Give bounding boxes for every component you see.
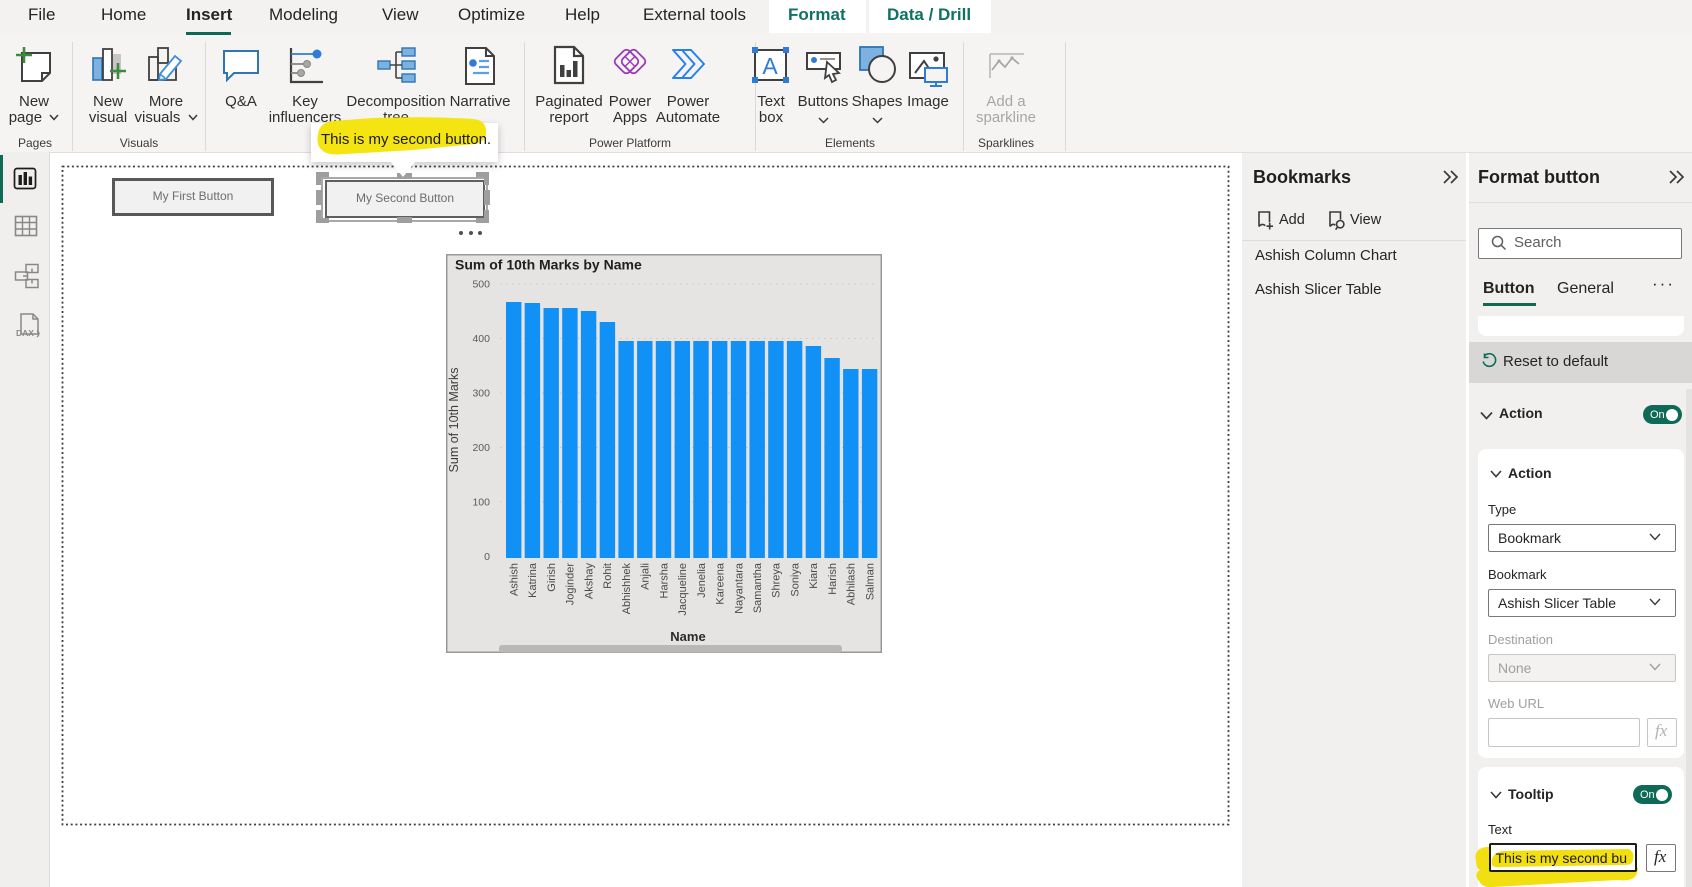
svg-text:Akshay: Akshay bbox=[583, 563, 595, 600]
svg-text:Soniya: Soniya bbox=[789, 562, 801, 597]
svg-text:300: 300 bbox=[472, 388, 490, 400]
svg-text:200: 200 bbox=[472, 442, 490, 454]
svg-text:Kareena: Kareena bbox=[715, 562, 727, 604]
svg-text:0: 0 bbox=[484, 551, 490, 563]
svg-text:100: 100 bbox=[472, 497, 490, 509]
svg-text:Jacqueline: Jacqueline bbox=[677, 563, 689, 616]
svg-text:Samantha: Samantha bbox=[752, 562, 764, 613]
svg-text:Harish: Harish bbox=[827, 563, 839, 595]
svg-text:Rohit: Rohit bbox=[602, 563, 614, 589]
svg-text:Abhishhek: Abhishhek bbox=[621, 563, 633, 615]
svg-text:Anjali: Anjali bbox=[640, 563, 652, 590]
svg-text:Sum of 10th Marks: Sum of 10th Marks bbox=[447, 368, 461, 473]
svg-text:Kiara: Kiara bbox=[808, 562, 820, 589]
svg-text:Salman: Salman bbox=[864, 563, 876, 600]
svg-text:Name: Name bbox=[670, 629, 705, 644]
svg-text:Ashish: Ashish bbox=[509, 563, 521, 596]
svg-text:Katrina: Katrina bbox=[527, 562, 539, 598]
svg-text:Jenelia: Jenelia bbox=[696, 562, 708, 598]
svg-text:Sum of 10th Marks by Name: Sum of 10th Marks by Name bbox=[455, 257, 642, 273]
svg-text:Shreya: Shreya bbox=[771, 562, 783, 598]
svg-text:Harsha: Harsha bbox=[658, 562, 670, 598]
svg-text:Girish: Girish bbox=[546, 563, 558, 592]
svg-text:Joginder: Joginder bbox=[565, 563, 577, 606]
svg-text:400: 400 bbox=[472, 333, 490, 345]
svg-text:A: A bbox=[762, 53, 778, 79]
svg-text:Abhilash: Abhilash bbox=[846, 563, 858, 605]
svg-text:Nayantara: Nayantara bbox=[733, 562, 745, 614]
svg-text:500: 500 bbox=[472, 279, 490, 291]
